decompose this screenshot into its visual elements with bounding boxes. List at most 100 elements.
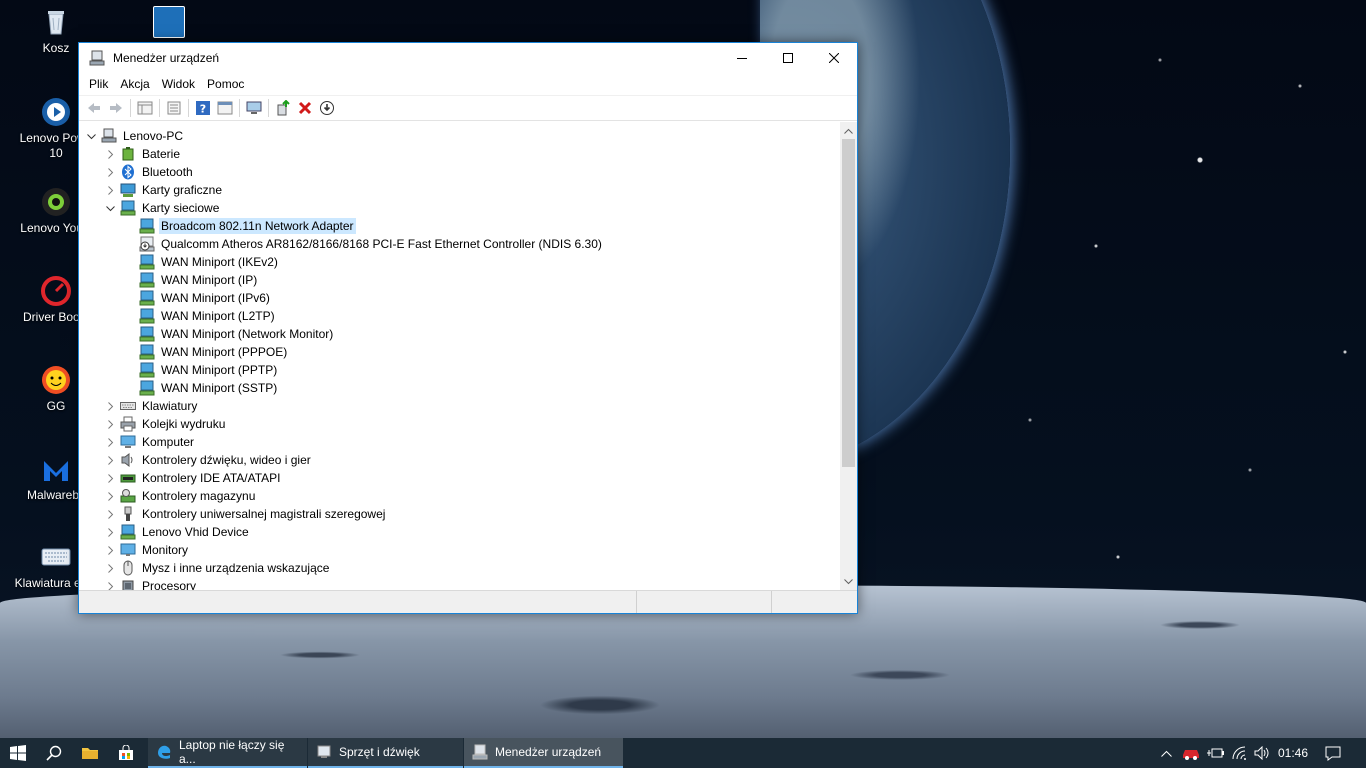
expand-toggle[interactable] bbox=[103, 541, 117, 559]
vertical-scrollbar[interactable] bbox=[840, 122, 857, 590]
search-icon bbox=[46, 745, 62, 761]
tree-device[interactable]: WAN Miniport (SSTP) bbox=[79, 379, 841, 397]
expand-spacer bbox=[122, 253, 136, 271]
menu-view[interactable]: Widok bbox=[156, 73, 201, 95]
tree-category[interactable]: Kontrolery uniwersalnej magistrali szere… bbox=[79, 505, 841, 523]
search-button[interactable] bbox=[36, 738, 72, 768]
tree-category[interactable]: Mysz i inne urządzenia wskazujące bbox=[79, 559, 841, 577]
expand-toggle[interactable] bbox=[103, 199, 117, 217]
forward-button[interactable] bbox=[105, 97, 127, 119]
expand-toggle[interactable] bbox=[84, 127, 98, 145]
expand-toggle[interactable] bbox=[103, 451, 117, 469]
update-driver-button[interactable] bbox=[272, 97, 294, 119]
start-button[interactable] bbox=[0, 738, 36, 768]
tree-category[interactable]: Lenovo Vhid Device bbox=[79, 523, 841, 541]
expand-toggle[interactable] bbox=[103, 145, 117, 163]
scroll-up-button[interactable] bbox=[840, 122, 857, 139]
display-adapter-icon bbox=[120, 182, 136, 198]
taskbar-task-device-manager[interactable]: Menedżer urządzeń bbox=[464, 738, 623, 768]
taskbar-task-edge[interactable]: Laptop nie łączy się a... bbox=[148, 738, 307, 768]
expand-toggle[interactable] bbox=[103, 559, 117, 577]
close-button[interactable] bbox=[811, 43, 857, 73]
expand-toggle[interactable] bbox=[103, 523, 117, 541]
properties-grid-button[interactable] bbox=[134, 97, 156, 119]
tree-category[interactable]: Monitory bbox=[79, 541, 841, 559]
menu-file[interactable]: Plik bbox=[83, 73, 114, 95]
scrollbar-thumb[interactable] bbox=[842, 139, 855, 467]
list-view-icon bbox=[167, 101, 181, 115]
chevron-down-icon bbox=[105, 205, 115, 211]
scroll-down-button[interactable] bbox=[840, 573, 857, 590]
expand-toggle[interactable] bbox=[103, 415, 117, 433]
device-tree[interactable]: Lenovo-PC Baterie Bluetooth Karty graficzne… bbox=[79, 122, 857, 590]
expand-toggle[interactable] bbox=[103, 505, 117, 523]
maximize-button[interactable] bbox=[765, 43, 811, 73]
status-cell bbox=[637, 591, 772, 613]
tree-category[interactable]: Komputer bbox=[79, 433, 841, 451]
tree-item-label: WAN Miniport (Network Monitor) bbox=[161, 327, 334, 341]
show-hidden-icons-button[interactable] bbox=[1156, 738, 1176, 768]
expand-toggle[interactable] bbox=[103, 469, 117, 487]
tree-device[interactable]: WAN Miniport (PPPOE) bbox=[79, 343, 841, 361]
tree-device[interactable]: WAN Miniport (L2TP) bbox=[79, 307, 841, 325]
help-button[interactable]: ? bbox=[192, 97, 214, 119]
tree-category[interactable]: Karty sieciowe bbox=[79, 199, 841, 217]
tree-device[interactable]: WAN Miniport (PPTP) bbox=[79, 361, 841, 379]
tree-category[interactable]: Bluetooth bbox=[79, 163, 841, 181]
network-adapter-icon bbox=[139, 218, 155, 234]
action-center-button[interactable] bbox=[1320, 738, 1346, 768]
minimize-button[interactable] bbox=[719, 43, 765, 73]
tree-device[interactable]: WAN Miniport (IKEv2) bbox=[79, 253, 841, 271]
tree-device[interactable]: WAN Miniport (IPv6) bbox=[79, 289, 841, 307]
tree-device[interactable]: WAN Miniport (IP) bbox=[79, 271, 841, 289]
network-adapter-icon bbox=[120, 200, 136, 216]
tree-category[interactable]: Klawiatury bbox=[79, 397, 841, 415]
expand-toggle[interactable] bbox=[103, 163, 117, 181]
expand-toggle[interactable] bbox=[103, 397, 117, 415]
tree-category[interactable]: Kontrolery magazynu bbox=[79, 487, 841, 505]
tree-device[interactable]: Broadcom 802.11n Network Adapter bbox=[79, 217, 841, 235]
store-button[interactable] bbox=[108, 738, 144, 768]
chevron-right-icon bbox=[107, 473, 113, 483]
tree-category[interactable]: Procesory bbox=[79, 577, 841, 590]
list-view-button[interactable] bbox=[163, 97, 185, 119]
tray-wifi[interactable] bbox=[1228, 738, 1250, 768]
tray-volume[interactable] bbox=[1251, 738, 1273, 768]
tree-category[interactable]: Kolejki wydruku bbox=[79, 415, 841, 433]
menu-action[interactable]: Akcja bbox=[114, 73, 155, 95]
title-bar[interactable]: Menedżer urządzeń bbox=[79, 43, 857, 73]
tray-battery[interactable] bbox=[1204, 738, 1226, 768]
expand-toggle[interactable] bbox=[103, 181, 117, 199]
clock[interactable]: 01:46 bbox=[1274, 738, 1312, 768]
wifi-icon bbox=[1232, 746, 1246, 760]
taskbar-task-control-panel[interactable]: Sprzęt i dźwięk bbox=[308, 738, 463, 768]
scan-hardware-button[interactable] bbox=[243, 97, 265, 119]
tree-item-label: Bluetooth bbox=[142, 165, 193, 179]
disable-device-button[interactable] bbox=[316, 97, 338, 119]
file-explorer-button[interactable] bbox=[72, 738, 108, 768]
menu-bar: Plik Akcja Widok Pomoc bbox=[79, 73, 857, 95]
tree-device[interactable]: WAN Miniport (Network Monitor) bbox=[79, 325, 841, 343]
expand-toggle[interactable] bbox=[103, 577, 117, 590]
device-view-button[interactable] bbox=[214, 97, 236, 119]
uninstall-device-button[interactable] bbox=[294, 97, 316, 119]
tree-category[interactable]: Baterie bbox=[79, 145, 841, 163]
desktop-icon-lenovo[interactable] bbox=[131, 6, 207, 41]
tree-item-label: Kontrolery uniwersalnej magistrali szere… bbox=[142, 507, 386, 521]
back-button[interactable] bbox=[83, 97, 105, 119]
expand-toggle[interactable] bbox=[103, 433, 117, 451]
tree-category[interactable]: Kontrolery dźwięku, wideo i gier bbox=[79, 451, 841, 469]
bluetooth-icon bbox=[120, 164, 136, 180]
tree-item-label: WAN Miniport (PPPOE) bbox=[161, 345, 288, 359]
tree-category[interactable]: Karty graficzne bbox=[79, 181, 841, 199]
chevron-right-icon bbox=[107, 491, 113, 501]
tree-root[interactable]: Lenovo-PC bbox=[79, 127, 841, 145]
tree-item-label: Klawiatury bbox=[142, 399, 198, 413]
uninstall-icon bbox=[298, 101, 312, 115]
tree-category[interactable]: Kontrolery IDE ATA/ATAPI bbox=[79, 469, 841, 487]
tray-app-icon[interactable] bbox=[1180, 738, 1202, 768]
menu-help[interactable]: Pomoc bbox=[201, 73, 250, 95]
expand-toggle[interactable] bbox=[103, 487, 117, 505]
tree-device[interactable]: Qualcomm Atheros AR8162/8166/8168 PCI-E … bbox=[79, 235, 841, 253]
processor-icon bbox=[120, 578, 136, 590]
